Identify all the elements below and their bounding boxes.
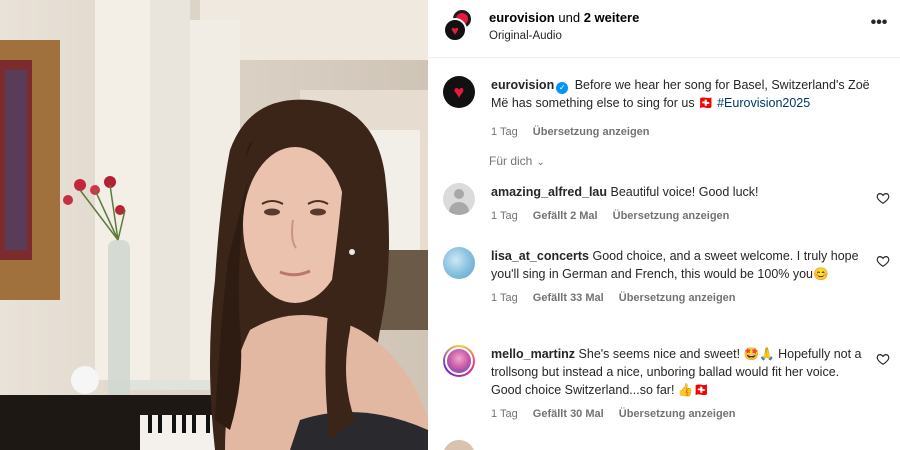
comment-time: 1 Tag [491, 210, 518, 222]
verified-badge-icon: ✓ [556, 82, 569, 94]
comment-text: amazing_alfred_lau Beautiful voice! Good… [491, 183, 866, 225]
default-avatar-icon[interactable] [443, 183, 475, 215]
post-header: ♥ eurovision und 2 weitere Original-Audi… [428, 0, 900, 58]
caption-text: eurovision ✓ Before we hear her song for … [491, 76, 871, 141]
comment-translate-button[interactable]: Übersetzung anzeigen [613, 210, 730, 222]
reel-sidebar: ♥ eurovision und 2 weitere Original-Audi… [428, 0, 900, 450]
caption-username[interactable]: eurovision [491, 78, 554, 92]
comment-meta: 1 Tag Gefällt 30 Mal Übersetzung anzeige… [491, 405, 866, 423]
eurovision-heart-logo-icon: ♥ [443, 18, 467, 42]
comment-likes[interactable]: Gefällt 33 Mal [533, 292, 604, 304]
comment-sort-label: Für dich [489, 154, 533, 168]
user-avatar-story-ring[interactable] [443, 345, 475, 377]
audio-link[interactable]: Original-Audio [489, 30, 562, 42]
comment-likes[interactable]: Gefällt 30 Mal [533, 408, 604, 420]
comment-meta: 1 Tag Gefällt 2 Mal Übersetzung anzeigen [491, 207, 866, 225]
eurovision-heart-logo-icon[interactable]: ♥ [443, 76, 475, 108]
comment-text: lisa_at_concerts Good choice, and a swee… [491, 247, 866, 307]
like-heart-icon[interactable] [876, 352, 890, 366]
comment-translate-button[interactable]: Übersetzung anzeigen [619, 408, 736, 420]
more-horizontal-icon: ••• [870, 14, 888, 31]
video-frame-image [0, 0, 428, 450]
user-avatar[interactable] [443, 440, 475, 450]
caption-hashtag[interactable]: #Eurovision2025 [717, 96, 810, 110]
comment-time: 1 Tag [491, 292, 518, 304]
comment-translate-button[interactable]: Übersetzung anzeigen [619, 292, 736, 304]
comment-text: mello_martinz She's seems nice and sweet… [491, 345, 866, 423]
comment-username[interactable]: lisa_at_concerts [491, 249, 589, 263]
caption-time: 1 Tag [491, 126, 518, 138]
like-heart-icon[interactable] [876, 254, 890, 268]
comment-time: 1 Tag [491, 408, 518, 420]
user-avatar[interactable] [443, 247, 475, 279]
other-authors-link[interactable]: 2 weitere [584, 10, 640, 25]
caption-translate-button[interactable]: Übersetzung anzeigen [533, 126, 650, 138]
comment-body: Beautiful voice! Good luck! [610, 185, 759, 199]
collab-avatars[interactable]: ♥ [443, 8, 475, 42]
caption-meta: 1 Tag Übersetzung anzeigen [491, 123, 871, 141]
comment-meta: 1 Tag Gefällt 33 Mal Übersetzung anzeige… [491, 289, 866, 307]
comment-username[interactable]: mello_martinz [491, 347, 575, 361]
user-avatar [445, 347, 473, 375]
like-heart-icon[interactable] [876, 191, 890, 205]
comment-username[interactable]: amazing_alfred_lau [491, 185, 607, 199]
more-options-button[interactable]: ••• [868, 14, 890, 34]
comment-sort-dropdown[interactable]: Für dich ⌄ [489, 154, 545, 168]
author-connector: und [558, 10, 581, 25]
post-authors[interactable]: eurovision und 2 weitere [489, 10, 639, 25]
author-link[interactable]: eurovision [489, 10, 555, 25]
chevron-down-icon: ⌄ [536, 157, 545, 168]
comment-likes[interactable]: Gefällt 2 Mal [533, 210, 598, 222]
reel-video[interactable] [0, 0, 428, 450]
